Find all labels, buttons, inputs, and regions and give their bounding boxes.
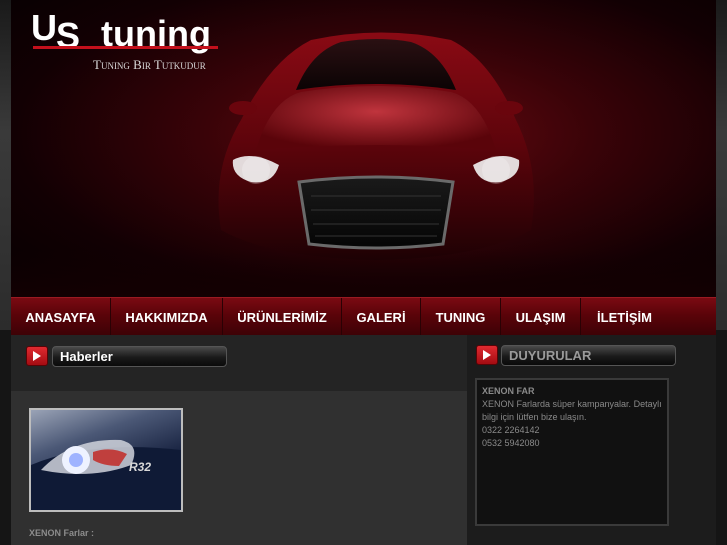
play-arrow-icon bbox=[476, 345, 498, 365]
announcements-title-bar: DUYURULAR bbox=[501, 345, 676, 366]
announcements-title: DUYURULAR bbox=[509, 348, 592, 363]
logo-us: US bbox=[31, 7, 80, 56]
nav-item-ulasim[interactable]: ULAŞIM bbox=[501, 298, 581, 336]
floor-reflection bbox=[11, 250, 716, 297]
announcement-line: XENON Farlarda süper kampanyalar. Detayl… bbox=[482, 399, 662, 409]
announcement-phone: 0532 5942080 bbox=[482, 438, 540, 448]
play-arrow-icon bbox=[26, 346, 48, 366]
announcement-line: bilgi için lütfen bize ulaşın. bbox=[482, 412, 587, 422]
announcement-box: XENON FAR XENON Farlarda süper kampanyal… bbox=[475, 378, 669, 526]
nav-item-anasayfa[interactable]: ANASAYFA bbox=[11, 298, 111, 336]
news-title: Haberler bbox=[60, 349, 113, 364]
content-area: Haberler R32 XENON Farlar : DUYURULAR XE… bbox=[11, 335, 716, 545]
announcements-section: DUYURULAR XENON FAR XENON Farlarda süper… bbox=[467, 335, 716, 545]
news-section: Haberler R32 XENON Farlar : bbox=[11, 335, 467, 545]
nav-item-tuning[interactable]: TUNING bbox=[421, 298, 501, 336]
announcement-phone: 0322 2264142 bbox=[482, 425, 540, 435]
news-caption: XENON Farlar : bbox=[29, 528, 95, 538]
nav-item-hakkimizda[interactable]: HAKKIMIZDA bbox=[111, 298, 223, 336]
logo-underline bbox=[33, 46, 218, 49]
logo-slogan: Tuning Bir Tutkudur bbox=[93, 57, 206, 72]
nav-item-galeri[interactable]: GALERİ bbox=[342, 298, 421, 336]
header-banner: US tuning Tuning Bir Tutkudur bbox=[11, 0, 716, 297]
announcement-item-title[interactable]: XENON FAR bbox=[482, 386, 535, 396]
news-image-label: R32 bbox=[129, 460, 152, 474]
main-navigation: ANASAYFA HAKKIMIZDA ÜRÜNLERİMİZ GALERİ T… bbox=[11, 297, 716, 336]
news-image[interactable]: R32 bbox=[29, 408, 183, 512]
news-title-bar: Haberler bbox=[52, 346, 227, 367]
nav-item-urunlerimiz[interactable]: ÜRÜNLERİMİZ bbox=[223, 298, 342, 336]
nav-item-iletisim[interactable]: İLETİŞİM bbox=[581, 298, 668, 336]
